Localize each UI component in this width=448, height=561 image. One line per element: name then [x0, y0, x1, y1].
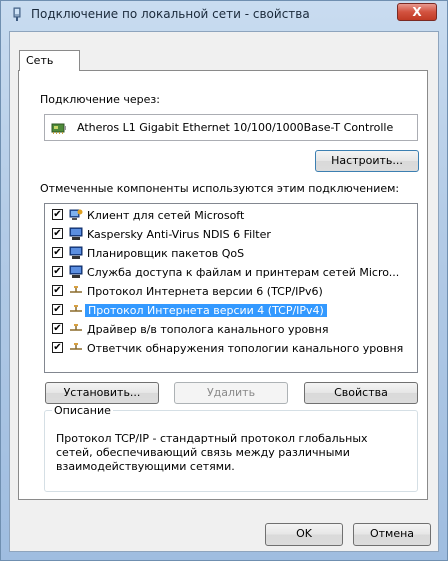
component-checkbox[interactable]: ✔: [52, 304, 63, 315]
component-label: Kaspersky Anti-Virus NDIS 6 Filter: [87, 228, 271, 241]
component-label: Служба доступа к файлам и принтерам сете…: [87, 266, 400, 279]
network-connection-icon: [13, 7, 21, 21]
component-label: Клиент для сетей Microsoft: [87, 209, 245, 222]
protocol-icon: [70, 286, 82, 293]
list-item[interactable]: ✔ Планировщик пакетов QoS: [45, 245, 417, 262]
network-client-icon: [69, 209, 83, 220]
network-adapter-icon: [51, 123, 66, 134]
close-icon: X: [412, 5, 422, 19]
component-checkbox[interactable]: ✔: [52, 285, 63, 296]
list-item[interactable]: ✔ Протокол Интернета версии 6 (TCP/IPv6): [45, 283, 417, 300]
component-checkbox[interactable]: ✔: [52, 209, 63, 220]
install-button[interactable]: Установить...: [45, 382, 159, 404]
title-bar[interactable]: Подключение по локальной сети - свойства…: [1, 1, 447, 29]
tab-network-label: Сеть: [26, 54, 54, 67]
cancel-button[interactable]: Отмена: [353, 523, 431, 546]
list-item[interactable]: ✔ Ответчик обнаружения топологии канальн…: [45, 340, 417, 357]
components-list[interactable]: ✔ Клиент для сетей Microsoft ✔ Kaspersky…: [44, 203, 418, 373]
description-title: Описание: [52, 404, 113, 417]
components-label: Отмеченные компоненты используются этим …: [40, 182, 400, 195]
protocol-icon: [70, 305, 82, 312]
close-button[interactable]: X: [397, 3, 437, 21]
description-text: Протокол TCP/IP - стандартный протокол г…: [56, 432, 368, 473]
list-item[interactable]: ✔ Драйвер в/в тополога канального уровня: [45, 321, 417, 338]
component-label: Планировщик пакетов QoS: [87, 247, 245, 260]
uninstall-button[interactable]: Удалить: [174, 382, 288, 404]
component-label: Протокол Интернета версии 4 (TCP/IPv4): [85, 304, 327, 317]
connect-using-label: Подключение через:: [40, 93, 160, 106]
component-checkbox[interactable]: ✔: [52, 228, 63, 239]
network-service-icon: [69, 246, 83, 259]
window-title: Подключение по локальной сети - свойства: [31, 7, 310, 21]
list-item[interactable]: ✔ Клиент для сетей Microsoft: [45, 207, 417, 224]
configure-button[interactable]: Настроить...: [315, 150, 419, 172]
component-checkbox[interactable]: ✔: [52, 323, 63, 334]
tab-network[interactable]: Сеть: [19, 50, 80, 71]
protocol-icon: [70, 324, 82, 331]
component-label: Драйвер в/в тополога канального уровня: [87, 323, 329, 336]
ok-button[interactable]: OK: [265, 523, 343, 546]
adapter-name: Atheros L1 Gigabit Ethernet 10/100/1000B…: [77, 121, 394, 134]
adapter-field[interactable]: Atheros L1 Gigabit Ethernet 10/100/1000B…: [44, 114, 418, 141]
network-service-icon: [69, 265, 83, 278]
component-checkbox[interactable]: ✔: [52, 266, 63, 277]
list-item[interactable]: ✔ Служба доступа к файлам и принтерам се…: [45, 264, 417, 281]
list-item[interactable]: ✔ Kaspersky Anti-Virus NDIS 6 Filter: [45, 226, 417, 243]
component-label: Протокол Интернета версии 6 (TCP/IPv6): [87, 285, 323, 298]
list-item[interactable]: ✔ Протокол Интернета версии 4 (TCP/IPv4): [45, 302, 417, 319]
component-label: Ответчик обнаружения топологии канальног…: [87, 342, 404, 355]
network-service-icon: [69, 227, 83, 240]
protocol-icon: [70, 343, 82, 350]
component-checkbox[interactable]: ✔: [52, 342, 63, 353]
component-checkbox[interactable]: ✔: [52, 247, 63, 258]
properties-button[interactable]: Свойства: [304, 382, 418, 404]
